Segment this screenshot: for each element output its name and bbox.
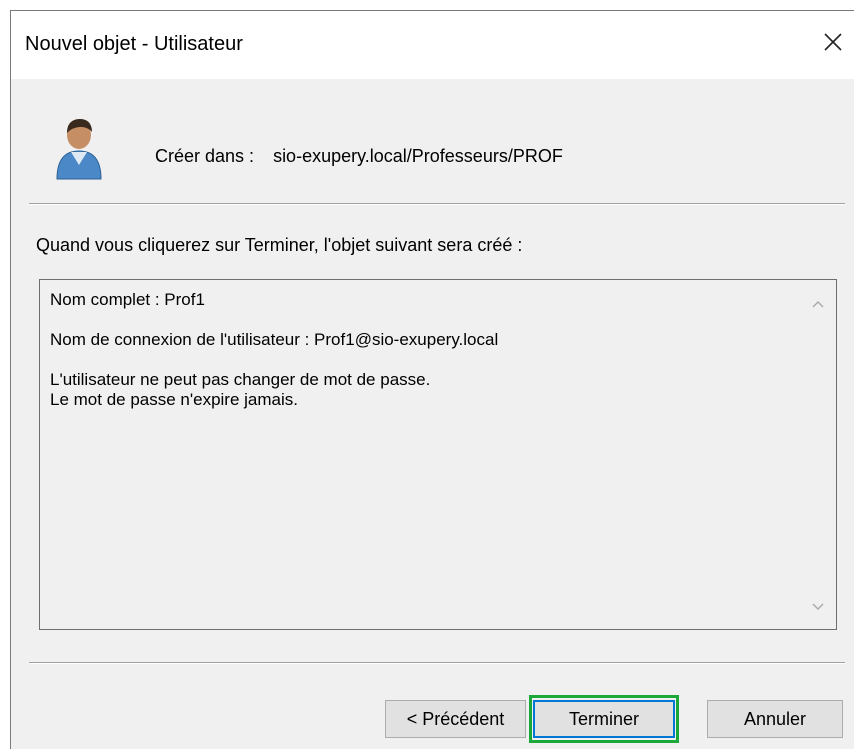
create-in-label: Créer dans : — [155, 146, 255, 166]
summary-logon-name: Nom de connexion de l'utilisateur : Prof… — [50, 330, 499, 349]
summary-text: Nom complet : Prof1 Nom de connexion de … — [50, 290, 498, 410]
create-in-path: sio-exupery.local/Professeurs/PROF — [273, 146, 563, 166]
user-icon — [51, 113, 107, 183]
summary-password-change: L'utilisateur ne peut pas changer de mot… — [50, 370, 431, 389]
window-title: Nouvel objet - Utilisateur — [25, 33, 243, 55]
create-in-row: Créer dans : sio-exupery.local/Professeu… — [155, 146, 563, 167]
cancel-button[interactable]: Annuler — [707, 700, 843, 738]
separator — [29, 203, 845, 205]
close-icon[interactable] — [816, 25, 850, 59]
separator — [29, 662, 845, 664]
finish-button[interactable]: Terminer — [533, 700, 675, 738]
scroll-down-icon[interactable] — [811, 600, 825, 614]
intro-text: Quand vous cliquerez sur Terminer, l'obj… — [36, 235, 523, 255]
summary-full-name: Nom complet : Prof1 — [50, 290, 205, 309]
scroll-up-icon[interactable] — [811, 297, 825, 311]
title-bar: Nouvel objet - Utilisateur — [11, 11, 854, 79]
previous-button[interactable]: < Précédent — [385, 700, 526, 738]
new-user-dialog: Nouvel objet - Utilisateur Créer dans : … — [10, 10, 854, 749]
vertical-scrollbar[interactable] — [801, 281, 835, 628]
summary-password-expiry: Le mot de passe n'expire jamais. — [50, 390, 298, 409]
summary-box[interactable]: Nom complet : Prof1 Nom de connexion de … — [39, 279, 837, 630]
